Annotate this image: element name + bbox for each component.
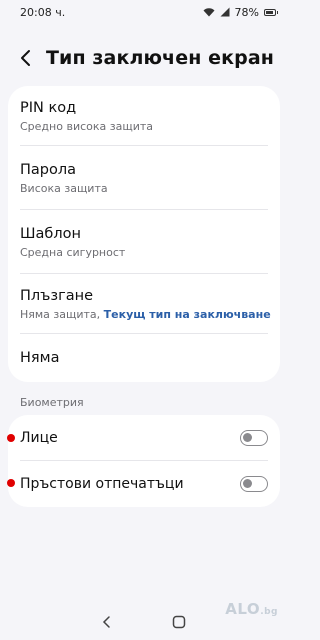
signal-icon (220, 7, 230, 17)
wifi-icon (203, 8, 215, 17)
option-title: Парола (20, 161, 77, 178)
option-pattern[interactable]: Шаблон Средна сигурност (8, 210, 280, 274)
option-title: PIN код (20, 99, 77, 116)
toggle-knob (243, 479, 252, 488)
biometric-title: Лице (20, 430, 58, 446)
watermark-text: ALO (225, 600, 261, 618)
option-password[interactable]: Парола Висока защита (8, 146, 280, 210)
status-icons: 78% (203, 5, 278, 19)
back-arrow-icon (21, 50, 30, 66)
lock-type-list: PIN код Средно висока защита Парола Висо… (8, 86, 280, 382)
status-bar: 20:08 ч. 78% (0, 0, 288, 24)
option-title: Шаблон (20, 225, 81, 242)
nav-home-icon (172, 615, 186, 629)
watermark-logo: ALO.bg (225, 600, 278, 618)
red-marker-dot (7, 479, 15, 487)
nav-home-button[interactable] (172, 615, 186, 629)
option-title: Няма (20, 350, 60, 366)
option-subtitle: Висока защита (20, 181, 108, 195)
app-header: Тип заключен екран (0, 40, 288, 76)
battery-icon (264, 8, 278, 16)
option-subtitle-text: Няма защита, (20, 307, 101, 321)
nav-back-button[interactable] (102, 615, 112, 629)
back-button[interactable] (8, 40, 44, 76)
fingerprints-toggle[interactable] (240, 476, 268, 492)
watermark-suffix: .bg (260, 607, 278, 617)
face-toggle[interactable] (240, 430, 268, 446)
option-none[interactable]: Няма (8, 334, 280, 382)
option-swipe[interactable]: Плъзгане Няма защита, Текущ тип на заклю… (8, 274, 280, 334)
option-pin[interactable]: PIN код Средно висока защита (8, 86, 280, 146)
status-time: 20:08 ч. (20, 5, 66, 19)
nav-back-icon (102, 616, 110, 628)
biometrics-list: Лице Пръстови отпечатъци (8, 415, 280, 507)
option-subtitle: Средна сигурност (20, 245, 126, 259)
battery-percent: 78% (234, 5, 259, 19)
toggle-knob (243, 433, 252, 442)
biometrics-section-label: Биометрия (20, 396, 84, 409)
biometric-fingerprints[interactable]: Пръстови отпечатъци (8, 461, 280, 507)
red-marker-dot (7, 434, 15, 442)
option-title: Плъзгане (20, 287, 94, 304)
biometric-face[interactable]: Лице (8, 415, 280, 461)
option-subtitle: Средно висока защита (20, 119, 153, 133)
page-title: Тип заключен екран (46, 47, 274, 69)
biometric-title: Пръстови отпечатъци (20, 476, 184, 492)
option-subtitle: Няма защита, Текущ тип на заключване (20, 307, 271, 321)
current-lock-type-label: Текущ тип на заключване (103, 307, 271, 321)
